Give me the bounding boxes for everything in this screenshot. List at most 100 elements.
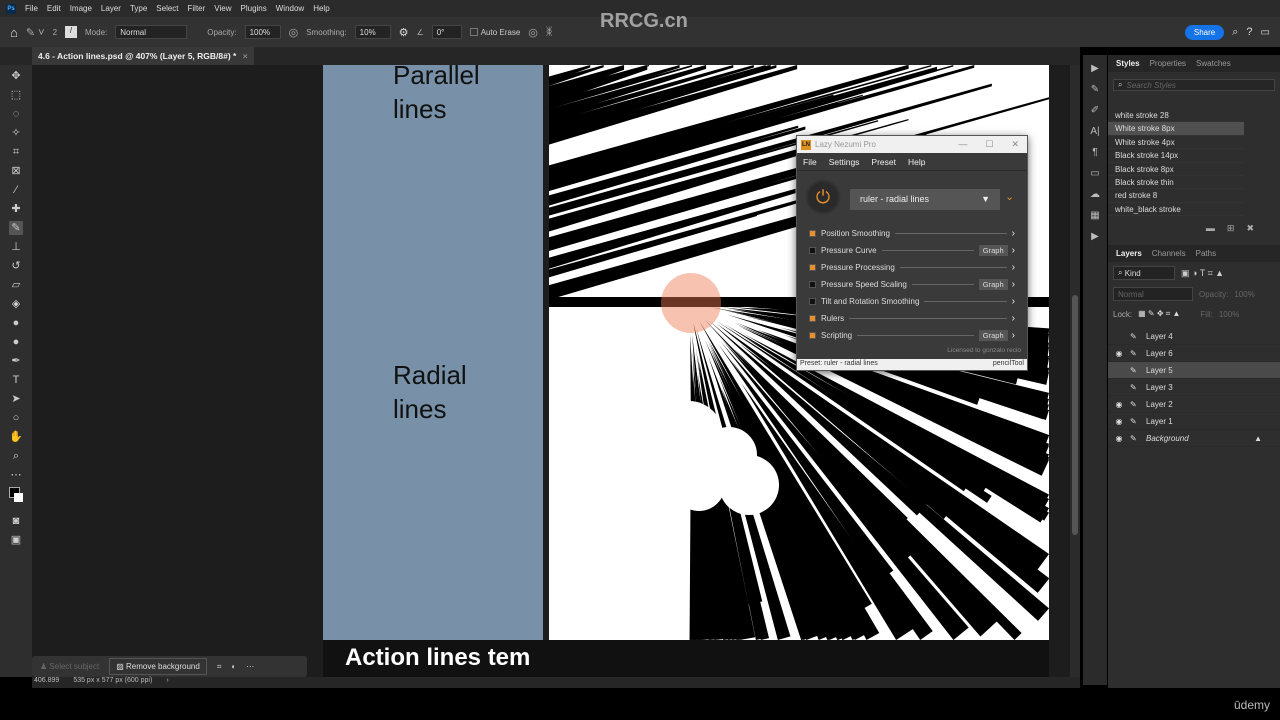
eyedropper-icon[interactable]: ⁄ <box>9 183 23 197</box>
magic-wand-icon[interactable]: ✧ <box>9 126 23 140</box>
transform-icon[interactable]: ⌗ <box>217 662 222 672</box>
chevron-right-icon[interactable]: › <box>1012 262 1015 273</box>
smoothing-field[interactable]: 10% <box>354 25 391 39</box>
chevron-right-icon[interactable]: › <box>1012 245 1015 256</box>
style-item[interactable]: Black stroke 14px <box>1108 149 1244 163</box>
layer-row[interactable]: ✎ Layer 3 <box>1108 379 1280 397</box>
status-arrow-icon[interactable]: › <box>166 677 168 688</box>
brushes-icon[interactable]: ✐ <box>1091 105 1099 117</box>
chevron-right-icon[interactable]: › <box>1012 313 1015 324</box>
new-style-icon[interactable]: ⊞ <box>1227 223 1235 234</box>
option-checkbox[interactable] <box>809 314 816 322</box>
graph-button[interactable]: Graph <box>978 244 1008 256</box>
menu-image[interactable]: Image <box>70 4 92 13</box>
delete-icon[interactable]: ✖ <box>1246 223 1254 234</box>
home-icon[interactable]: ⌂ <box>10 25 18 40</box>
lasso-tool-icon[interactable]: ◌ <box>9 107 23 121</box>
style-item[interactable]: Black stroke 8px <box>1108 163 1244 176</box>
power-button[interactable]: ⏻ <box>805 179 841 215</box>
close-icon[interactable]: ✕ <box>1011 139 1019 150</box>
adjust-icon[interactable]: ◐ <box>231 662 236 671</box>
path-selection-icon[interactable]: ➤ <box>9 392 23 406</box>
shape-tool-icon[interactable]: ○ <box>9 411 23 425</box>
lz-menu-preset[interactable]: Preset <box>871 157 896 167</box>
type-tool-icon[interactable]: T <box>9 373 23 387</box>
paragraph-icon[interactable]: ¶ <box>1092 147 1097 159</box>
option-checkbox[interactable] <box>809 280 816 288</box>
brush-panel-icon[interactable]: / <box>65 26 78 38</box>
pencil-tool-icon[interactable]: ✎ ˅ <box>26 26 45 39</box>
tab-swatches[interactable]: Swatches <box>1196 59 1231 68</box>
filter-icons[interactable]: ▣ ◑ T ⌗ ▲ <box>1181 268 1224 279</box>
style-item[interactable]: white_black stroke <box>1108 203 1244 217</box>
option-checkbox[interactable] <box>809 297 816 305</box>
brush-size[interactable]: 2 <box>53 28 57 37</box>
style-item[interactable]: Black stroke thin <box>1108 176 1244 190</box>
lz-menu-file[interactable]: File <box>803 157 817 167</box>
more-tools-icon[interactable]: ⋯ <box>9 468 23 482</box>
paint-bucket-icon[interactable]: ◈ <box>9 297 23 311</box>
chevron-right-icon[interactable]: › <box>1012 296 1015 307</box>
menu-window[interactable]: Window <box>276 4 304 13</box>
lz-option-row[interactable]: Rulers › <box>809 312 1015 324</box>
screen-mode-icon[interactable]: ▣ <box>9 533 23 547</box>
menu-plugins[interactable]: Plugins <box>241 4 267 13</box>
new-group-icon[interactable]: ▬ <box>1206 223 1215 233</box>
mode-select[interactable]: Normal <box>115 25 188 39</box>
option-checkbox[interactable] <box>809 263 816 271</box>
preset-dropdown[interactable]: ruler - radial lines ▼ <box>850 189 1000 210</box>
crop-tool-icon[interactable]: ⌗ <box>9 145 23 159</box>
layer-fill[interactable]: 100% <box>1219 310 1239 319</box>
option-checkbox[interactable] <box>809 331 816 339</box>
style-item[interactable]: white stroke 28 <box>1108 109 1244 123</box>
layer-row[interactable]: ✎ Layer 4 <box>1108 328 1280 346</box>
pen-tool-icon[interactable]: ✒ <box>9 354 23 368</box>
hand-tool-icon[interactable]: ✋ <box>9 430 23 444</box>
lz-menu-help[interactable]: Help <box>908 157 925 167</box>
eye-icon[interactable]: ◉ <box>1108 417 1130 426</box>
layer-opacity[interactable]: 100% <box>1234 290 1254 299</box>
gear-icon[interactable]: ⚙ <box>399 26 409 39</box>
menu-type[interactable]: Type <box>130 4 147 13</box>
eye-icon[interactable]: ◉ <box>1108 434 1130 443</box>
lock-icons[interactable]: ▦ ✎ ✥ ⌗ ▲ <box>1138 309 1180 319</box>
eye-icon[interactable]: ◉ <box>1108 400 1130 409</box>
tab-styles[interactable]: Styles <box>1116 59 1140 68</box>
layer-row[interactable]: ◉ ✎ Layer 6 <box>1108 345 1280 363</box>
menu-edit[interactable]: Edit <box>47 4 61 13</box>
graph-button[interactable]: Graph <box>978 278 1008 290</box>
lz-option-row[interactable]: Pressure Processing › <box>809 261 1015 273</box>
actions-icon[interactable]: ▶ <box>1091 231 1099 243</box>
lz-menu-settings[interactable]: Settings <box>829 157 860 167</box>
menu-help[interactable]: Help <box>313 4 329 13</box>
lz-option-row[interactable]: Scripting Graph › <box>809 329 1015 341</box>
stamp-tool-icon[interactable]: ⊥ <box>9 240 23 254</box>
menu-select[interactable]: Select <box>156 4 178 13</box>
lazy-nezumi-titlebar[interactable]: LN Lazy Nezumi Pro — ☐ ✕ <box>797 136 1027 153</box>
chevron-right-icon[interactable]: › <box>1012 279 1015 290</box>
chevron-right-icon[interactable]: › <box>1012 330 1015 341</box>
graph-button[interactable]: Graph <box>978 329 1008 341</box>
layer-filter-select[interactable]: ⌕ Kind <box>1113 266 1175 281</box>
select-subject-button[interactable]: ♟ Select subject <box>40 662 99 671</box>
lz-option-row[interactable]: Pressure Curve Graph › <box>809 244 1015 256</box>
layer-row[interactable]: ◉ ✎ Background ▲ <box>1108 430 1280 448</box>
style-item[interactable]: White stroke 8px <box>1108 122 1244 136</box>
symmetry-icon[interactable]: ᛤ <box>546 26 553 38</box>
layer-row[interactable]: ◉ ✎ Layer 1 <box>1108 413 1280 431</box>
blend-mode-select[interactable]: Normal <box>1113 287 1193 302</box>
zoom-tool-icon[interactable]: ⌕ <box>9 449 23 463</box>
minimize-icon[interactable]: — <box>958 139 967 150</box>
search-icon[interactable]: ⌕ <box>1232 26 1238 39</box>
expand-chevron-icon[interactable]: ⌄ <box>1005 191 1014 203</box>
help-icon[interactable]: ? <box>1246 26 1252 38</box>
eye-icon[interactable]: ◉ <box>1108 349 1130 358</box>
lz-option-row[interactable]: Position Smoothing › <box>809 227 1015 239</box>
layer-row[interactable]: ✎ Layer 5 <box>1108 362 1280 380</box>
tab-channels[interactable]: Channels <box>1152 249 1186 258</box>
lz-option-row[interactable]: Tilt and Rotation Smoothing › <box>809 295 1015 307</box>
history-brush-icon[interactable]: ↺ <box>9 259 23 273</box>
style-item[interactable]: red stroke 8 <box>1108 189 1244 203</box>
layer-row[interactable]: ◉ ✎ Layer 2 <box>1108 396 1280 414</box>
share-button[interactable]: Share <box>1184 24 1225 40</box>
